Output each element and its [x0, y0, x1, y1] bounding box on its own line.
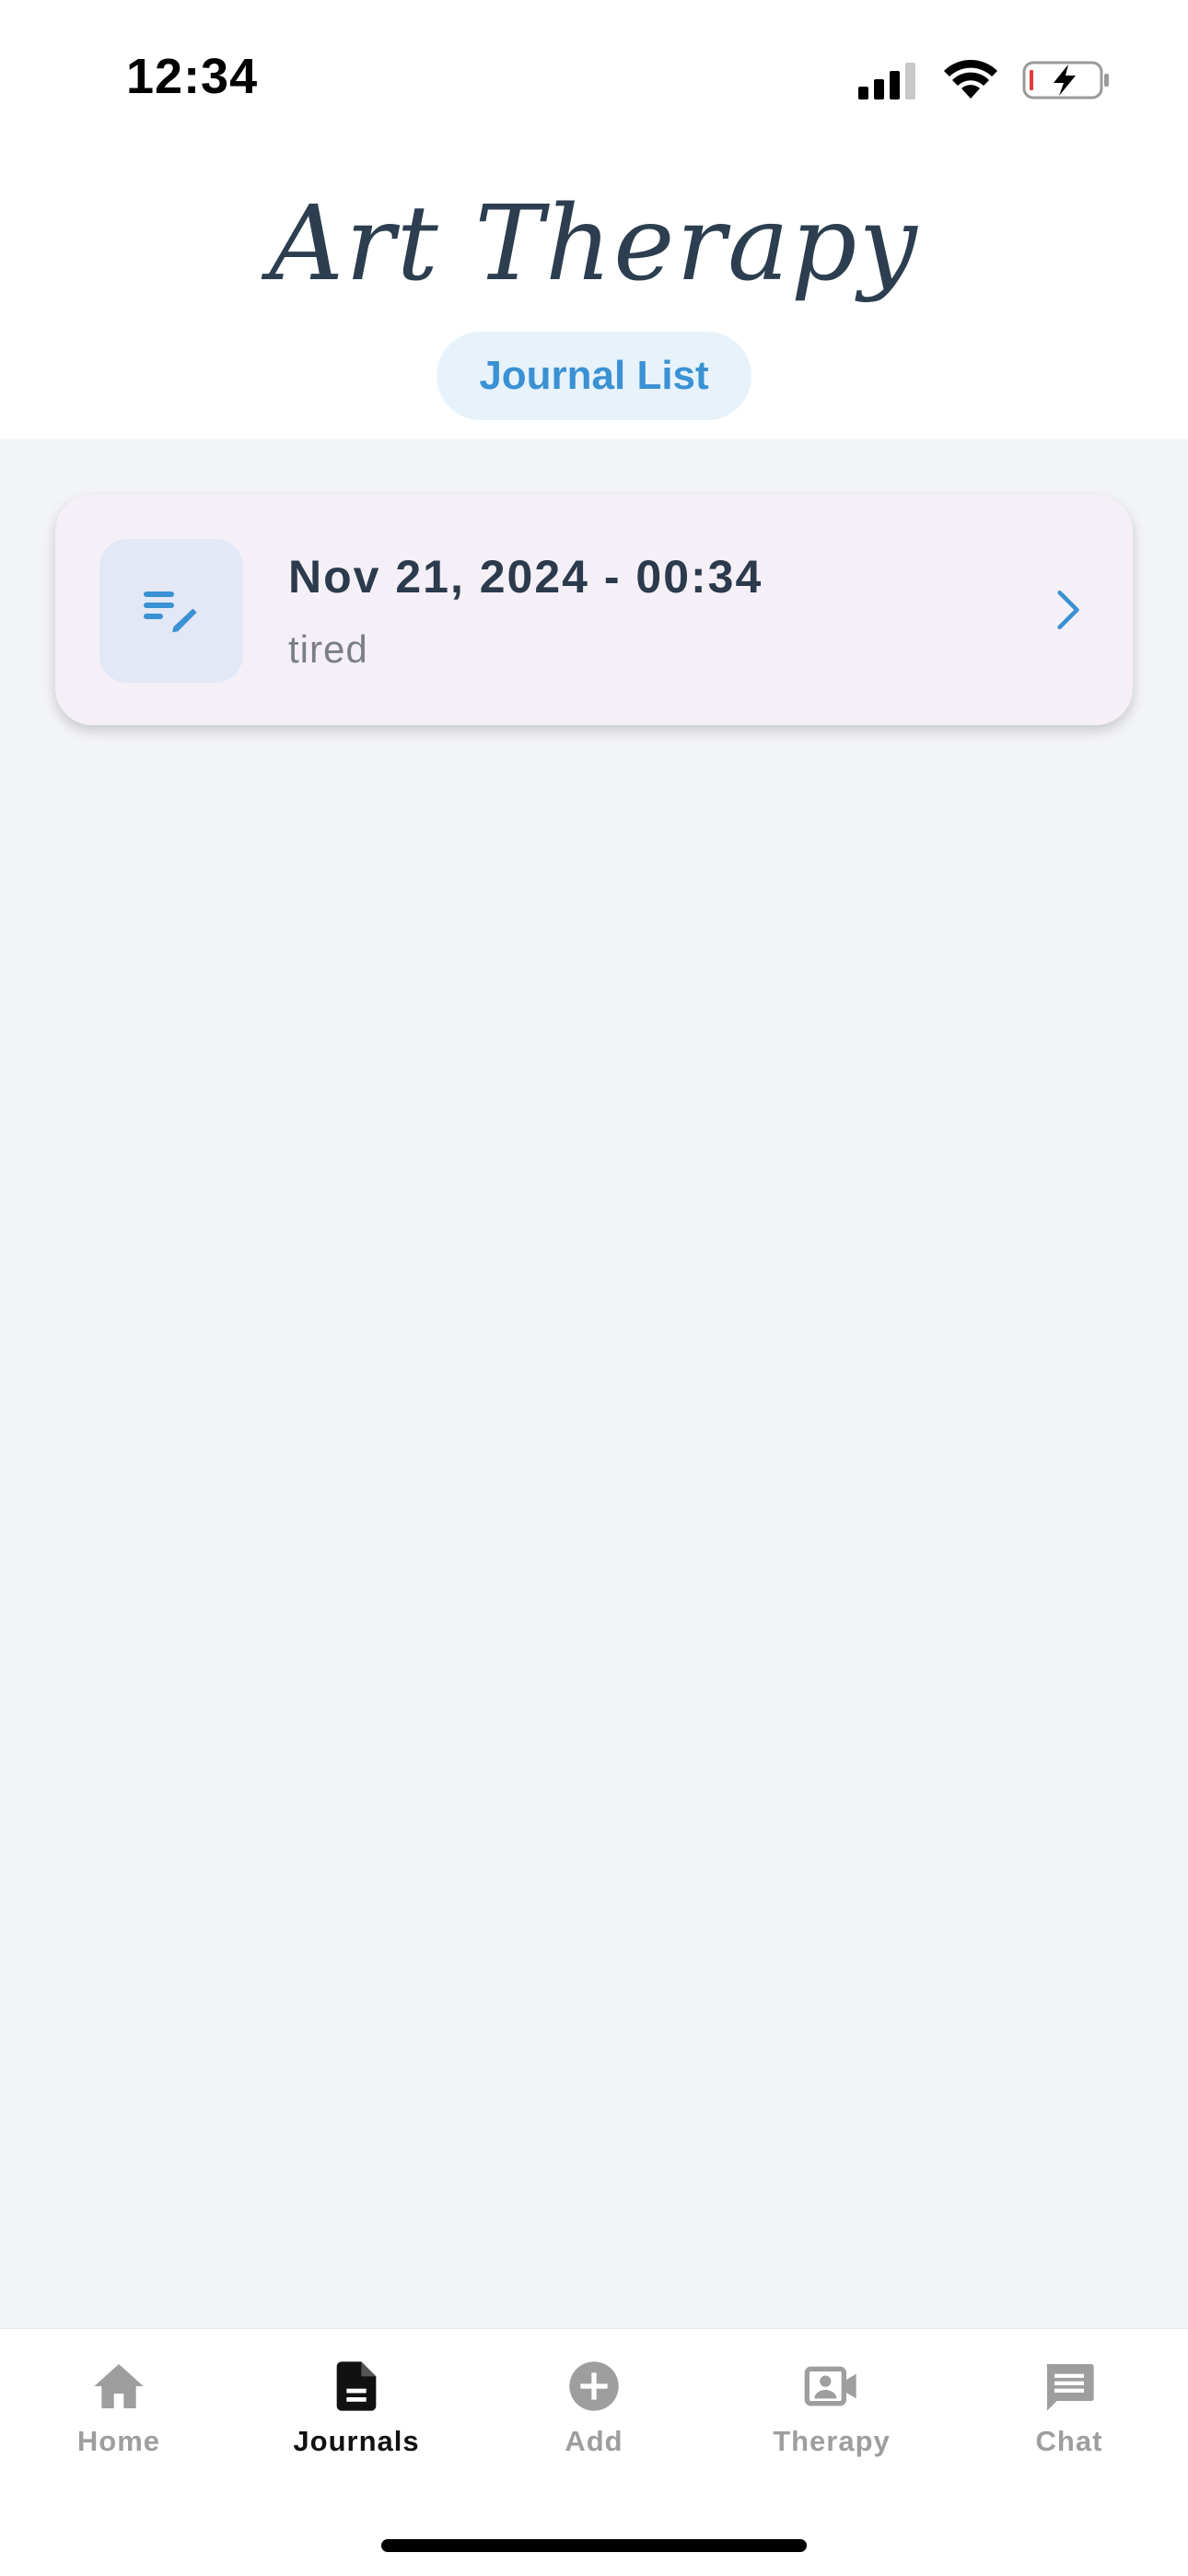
add-circle-icon: [569, 2361, 619, 2411]
journal-list-chip[interactable]: Journal List: [437, 332, 751, 420]
battery-charging-icon: [1022, 61, 1109, 100]
video-contact-icon: [804, 2366, 856, 2406]
journal-entry-card[interactable]: Nov 21, 2024 - 00:34 tired: [55, 495, 1133, 725]
home-indicator[interactable]: [381, 2539, 807, 2552]
journal-entry-icon-box: [99, 539, 243, 683]
app-title: Art Therapy: [269, 184, 919, 304]
edit-note-icon: [144, 591, 197, 633]
nav-label-chat: Chat: [1035, 2425, 1103, 2457]
nav-label-journals: Journals: [293, 2425, 420, 2457]
chat-icon: [1046, 2364, 1094, 2411]
nav-item-add[interactable]: Add: [475, 2357, 713, 2486]
status-bar: 12:34: [0, 0, 1188, 157]
journal-entry-mood: tired: [288, 627, 368, 671]
document-icon: [336, 2361, 377, 2411]
nav-item-journals[interactable]: Journals: [238, 2357, 475, 2486]
nav-item-chat[interactable]: Chat: [950, 2357, 1188, 2486]
journal-list-chip-label: Journal List: [479, 353, 709, 398]
wifi-icon: [944, 60, 997, 99]
journal-entry-date: Nov 21, 2024 - 00:34: [288, 551, 763, 603]
app-header: Art Therapy Journal List: [0, 157, 1188, 439]
chevron-right-icon: [1057, 590, 1079, 630]
nav-item-therapy[interactable]: Therapy: [713, 2357, 950, 2486]
status-icons: [858, 59, 1111, 101]
nav-label-home: Home: [76, 2425, 161, 2457]
status-time: 12:34: [126, 49, 259, 104]
nav-label-add: Add: [565, 2425, 623, 2457]
cellular-signal-icon: [858, 63, 915, 100]
home-icon: [94, 2364, 144, 2408]
nav-item-home[interactable]: Home: [0, 2357, 238, 2486]
journal-list: Nov 21, 2024 - 00:34 tired: [0, 439, 1188, 2328]
nav-label-therapy: Therapy: [773, 2425, 891, 2457]
